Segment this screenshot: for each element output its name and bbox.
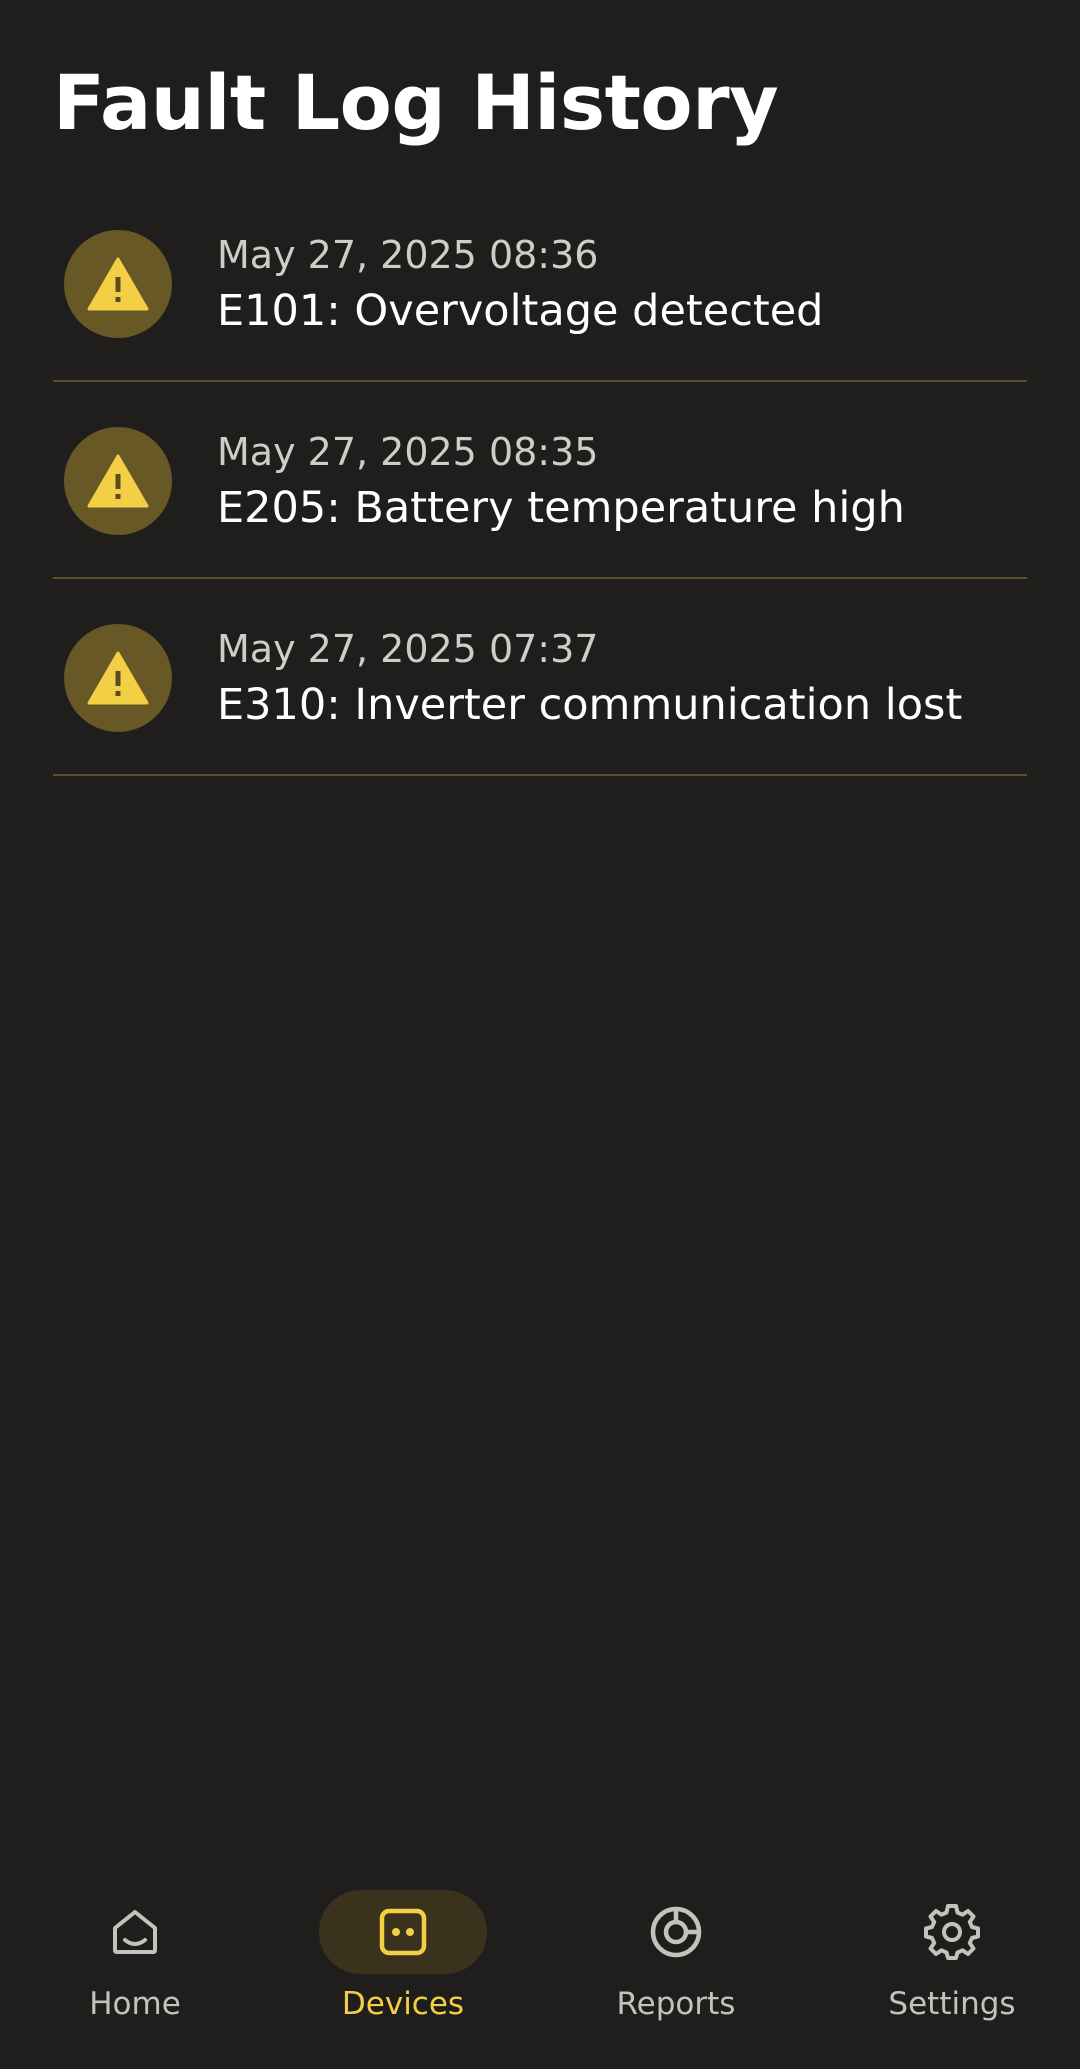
nav-pill-reports: [592, 1890, 760, 1974]
fault-list: May 27, 2025 08:36 E101: Overvoltage det…: [53, 185, 1027, 776]
fault-timestamp: May 27, 2025 08:35: [217, 430, 599, 474]
nav-pill-devices: [319, 1890, 487, 1974]
fault-list-item[interactable]: May 27, 2025 07:37 E310: Inverter commun…: [53, 579, 1027, 776]
nav-label-home: Home: [89, 1986, 181, 2022]
nav-item-reports[interactable]: Reports: [541, 1869, 811, 2069]
fault-message: E205: Battery temperature high: [217, 483, 905, 533]
nav-label-devices: Devices: [341, 1986, 465, 2022]
nav-pill-settings: [868, 1890, 1036, 1974]
warning-icon: [64, 427, 172, 535]
nav-label-settings: Settings: [888, 1986, 1016, 2022]
fault-message: E101: Overvoltage detected: [217, 286, 824, 336]
warning-icon: [64, 230, 172, 338]
warning-icon: [64, 624, 172, 732]
nav-item-devices[interactable]: Devices: [268, 1869, 538, 2069]
settings-icon: [924, 1904, 980, 1960]
reports-icon: [650, 1906, 702, 1958]
fault-timestamp: May 27, 2025 08:36: [217, 233, 599, 277]
nav-pill-home: [51, 1890, 219, 1974]
fault-list-item[interactable]: May 27, 2025 08:35 E205: Battery tempera…: [53, 382, 1027, 579]
page-title: Fault Log History: [53, 58, 779, 147]
nav-item-home[interactable]: Home: [0, 1869, 270, 2069]
nav-item-settings[interactable]: Settings: [817, 1869, 1080, 2069]
fault-message: E310: Inverter communication lost: [217, 680, 963, 730]
bottom-nav: Home Devices Reports Settings: [0, 1869, 1080, 2069]
devices-icon: [379, 1908, 427, 1956]
nav-label-reports: Reports: [616, 1986, 736, 2022]
home-icon: [113, 1910, 157, 1954]
fault-list-item[interactable]: May 27, 2025 08:36 E101: Overvoltage det…: [53, 185, 1027, 382]
fault-timestamp: May 27, 2025 07:37: [217, 627, 599, 671]
